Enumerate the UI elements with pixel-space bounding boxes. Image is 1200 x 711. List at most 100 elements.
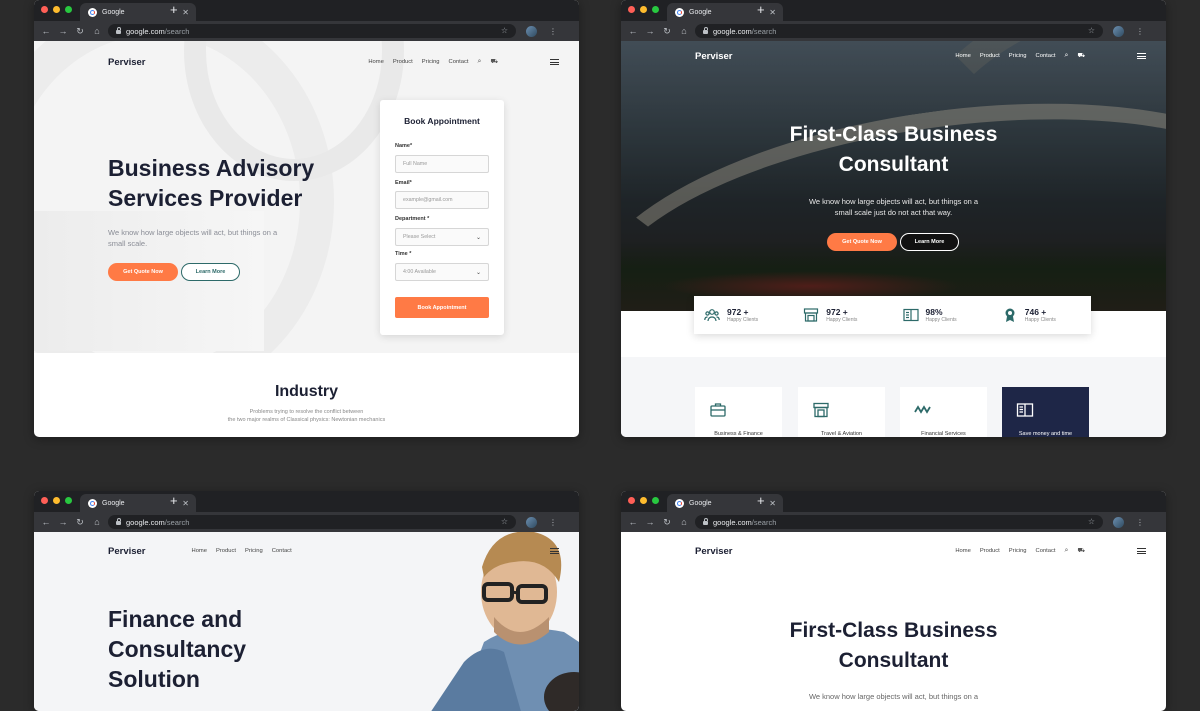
profile-avatar[interactable] — [1113, 25, 1124, 37]
minimize-window-icon[interactable] — [640, 497, 647, 504]
reload-icon[interactable]: ↻ — [662, 517, 672, 528]
profile-avatar[interactable] — [526, 25, 537, 37]
site-logo[interactable]: Perviser — [695, 51, 733, 62]
new-tab-button[interactable]: + — [170, 494, 178, 508]
email-field[interactable]: example@gmail.com — [395, 191, 489, 209]
learn-more-button[interactable]: Learn More — [181, 263, 240, 281]
hamburger-menu-icon[interactable] — [1137, 547, 1146, 555]
close-window-icon[interactable] — [41, 497, 48, 504]
time-select[interactable]: 4:00 Available ⌄ — [395, 263, 489, 281]
bookmark-star-icon[interactable]: ☆ — [501, 517, 508, 526]
bookmark-star-icon[interactable]: ☆ — [501, 26, 508, 35]
get-quote-button[interactable]: Get Quote Now — [108, 263, 178, 281]
browser-tab[interactable]: Google ✕ — [80, 494, 196, 512]
nav-pricing[interactable]: Pricing — [245, 548, 263, 554]
forward-icon[interactable]: → — [645, 517, 655, 527]
reload-icon[interactable]: ↻ — [75, 26, 85, 37]
reload-icon[interactable]: ↻ — [75, 517, 85, 528]
nav-contact[interactable]: Contact — [272, 548, 292, 554]
department-select[interactable]: Please Select ⌄ — [395, 228, 489, 246]
tab-close-icon[interactable]: ✕ — [182, 8, 189, 17]
home-icon[interactable]: ⌂ — [679, 517, 689, 527]
nav-pricing[interactable]: Pricing — [1009, 548, 1027, 554]
maximize-window-icon[interactable] — [652, 6, 659, 13]
browser-menu-icon[interactable]: ⋮ — [549, 27, 557, 36]
service-card[interactable]: Save money and time — [1002, 387, 1089, 437]
new-tab-button[interactable]: + — [757, 3, 765, 17]
nav-contact[interactable]: Contact — [1036, 548, 1056, 554]
tab-close-icon[interactable]: ✕ — [182, 499, 189, 508]
service-card[interactable]: Financial Services — [900, 387, 987, 437]
forward-icon[interactable]: → — [645, 26, 655, 36]
reload-icon[interactable]: ↻ — [662, 26, 672, 37]
maximize-window-icon[interactable] — [65, 497, 72, 504]
home-icon[interactable]: ⌂ — [92, 517, 102, 527]
nav-contact[interactable]: Contact — [1036, 53, 1056, 59]
browser-menu-icon[interactable]: ⋮ — [549, 518, 557, 527]
cart-icon[interactable]: ⛟ — [1077, 547, 1085, 555]
hamburger-menu-icon[interactable] — [550, 58, 559, 66]
tab-close-icon[interactable]: ✕ — [769, 499, 776, 508]
time-label: Time * — [395, 251, 412, 257]
site-logo[interactable]: Perviser — [108, 546, 146, 557]
back-icon[interactable]: ← — [41, 517, 51, 527]
hamburger-menu-icon[interactable] — [1137, 52, 1146, 60]
maximize-window-icon[interactable] — [65, 6, 72, 13]
site-logo[interactable]: Perviser — [108, 57, 146, 68]
minimize-window-icon[interactable] — [53, 6, 60, 13]
browser-tab[interactable]: Google ✕ — [667, 3, 783, 21]
bookmark-star-icon[interactable]: ☆ — [1088, 26, 1095, 35]
site-logo[interactable]: Perviser — [695, 546, 733, 557]
search-icon[interactable]: ⌕ — [478, 58, 482, 66]
nav-home[interactable]: Home — [955, 53, 970, 59]
new-tab-button[interactable]: + — [170, 3, 178, 17]
profile-avatar[interactable] — [526, 516, 537, 528]
address-bar[interactable]: google.com/search ☆ — [108, 24, 516, 38]
close-window-icon[interactable] — [41, 6, 48, 13]
nav-home[interactable]: Home — [192, 548, 207, 554]
nav-home[interactable]: Home — [368, 59, 383, 65]
forward-icon[interactable]: → — [58, 517, 68, 527]
nav-pricing[interactable]: Pricing — [422, 59, 440, 65]
learn-more-button[interactable]: Learn More — [900, 233, 959, 251]
tab-close-icon[interactable]: ✕ — [769, 8, 776, 17]
profile-avatar[interactable] — [1113, 516, 1124, 528]
back-icon[interactable]: ← — [628, 26, 638, 36]
bookmark-star-icon[interactable]: ☆ — [1088, 517, 1095, 526]
search-icon[interactable]: ⌕ — [1065, 52, 1069, 60]
address-bar[interactable]: google.com/search ☆ — [695, 24, 1103, 38]
maximize-window-icon[interactable] — [652, 497, 659, 504]
nav-home[interactable]: Home — [955, 548, 970, 554]
close-window-icon[interactable] — [628, 6, 635, 13]
get-quote-button[interactable]: Get Quote Now — [827, 233, 897, 251]
browser-tab[interactable]: Google ✕ — [667, 494, 783, 512]
browser-menu-icon[interactable]: ⋮ — [1136, 518, 1144, 527]
address-bar[interactable]: google.com/search ☆ — [695, 515, 1103, 529]
back-icon[interactable]: ← — [41, 26, 51, 36]
home-icon[interactable]: ⌂ — [92, 26, 102, 36]
search-icon[interactable]: ⌕ — [1065, 547, 1069, 555]
cart-icon[interactable]: ⛟ — [1077, 52, 1085, 60]
nav-product[interactable]: Product — [980, 548, 1000, 554]
cart-icon[interactable]: ⛟ — [490, 58, 498, 66]
hamburger-menu-icon[interactable] — [550, 547, 559, 555]
nav-product[interactable]: Product — [216, 548, 236, 554]
service-card[interactable]: Travel & Aviation — [798, 387, 885, 437]
minimize-window-icon[interactable] — [640, 6, 647, 13]
browser-menu-icon[interactable]: ⋮ — [1136, 27, 1144, 36]
minimize-window-icon[interactable] — [53, 497, 60, 504]
home-icon[interactable]: ⌂ — [679, 26, 689, 36]
book-appointment-button[interactable]: Book Appointment — [395, 297, 489, 318]
nav-product[interactable]: Product — [980, 53, 1000, 59]
forward-icon[interactable]: → — [58, 26, 68, 36]
nav-product[interactable]: Product — [393, 59, 413, 65]
new-tab-button[interactable]: + — [757, 494, 765, 508]
nav-contact[interactable]: Contact — [449, 59, 469, 65]
nav-pricing[interactable]: Pricing — [1009, 53, 1027, 59]
browser-tab[interactable]: Google ✕ — [80, 3, 196, 21]
name-field[interactable]: Full Name — [395, 155, 489, 173]
service-card[interactable]: Business & Finance — [695, 387, 782, 437]
close-window-icon[interactable] — [628, 497, 635, 504]
back-icon[interactable]: ← — [628, 517, 638, 527]
address-bar[interactable]: google.com/search ☆ — [108, 515, 516, 529]
